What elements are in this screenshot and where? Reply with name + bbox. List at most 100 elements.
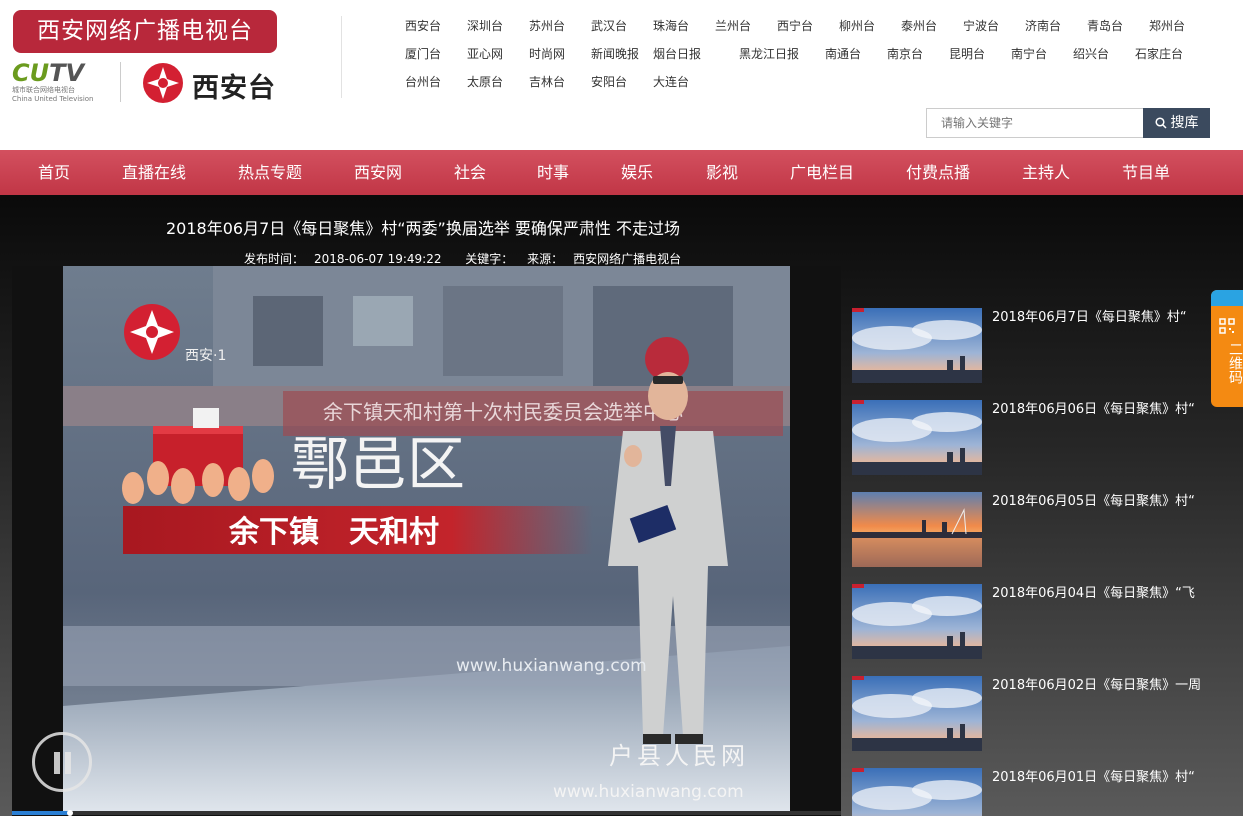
station-link[interactable]: 青岛台 — [1087, 12, 1123, 40]
related-video-title[interactable]: 2018年06月01日《每日聚焦》村“ — [992, 768, 1210, 788]
station-link[interactable]: 宁波台 — [963, 12, 999, 40]
nav-item[interactable]: 节目单 — [1122, 150, 1170, 195]
station-link[interactable]: 石家庄台 — [1135, 40, 1183, 68]
related-video-item[interactable]: 2018年06月02日《每日聚焦》一周 — [852, 676, 1212, 752]
related-video-thumbnail[interactable] — [852, 400, 982, 475]
station-row: 厦门台 亚心网 时尚网 新闻晚报 烟台日报 黑龙江日报 南通台 南京台 昆明台 南宁台 绍兴台 石家庄… — [405, 40, 1225, 68]
station-link[interactable]: 烟台日报 — [653, 40, 701, 68]
qr-tab-top — [1211, 290, 1243, 306]
station-link[interactable]: 郑州台 — [1149, 12, 1185, 40]
station-link[interactable]: 昆明台 — [949, 40, 985, 68]
article-title: 2018年06月7日《每日聚焦》村“两委”换届选举 要确保严肃性 不走过场 — [166, 219, 681, 238]
qr-code-tab[interactable]: 二维码 — [1211, 290, 1243, 407]
thumbnail-image — [852, 676, 982, 751]
logo-divider — [120, 62, 121, 102]
related-video-title[interactable]: 2018年06月05日《每日聚焦》村“ — [992, 492, 1210, 512]
station-link[interactable]: 济南台 — [1025, 12, 1061, 40]
related-video-title[interactable]: 2018年06月06日《每日聚焦》村“ — [992, 400, 1210, 420]
svg-text:西安·1: 西安·1 — [185, 348, 226, 364]
station-link[interactable]: 亚心网 — [467, 40, 503, 68]
station-link[interactable]: 安阳台 — [591, 68, 627, 96]
related-video-thumbnail[interactable] — [852, 676, 982, 751]
svg-text:户县人民网: 户县人民网 — [609, 742, 749, 770]
nav-item[interactable]: 直播在线 — [122, 150, 186, 195]
related-video-item[interactable]: 2018年06月01日《每日聚焦》村“ — [852, 768, 1212, 816]
progress-knob[interactable] — [67, 810, 74, 816]
video-frame[interactable]: 余下镇天和村第十次村民委员会选举中心 鄠邑区 余下镇 天和村 西安·1 www.… — [63, 266, 790, 811]
related-video-title[interactable]: 2018年06月02日《每日聚焦》一周 — [992, 676, 1210, 696]
search-button-label: 搜库 — [1170, 115, 1199, 131]
station-link[interactable]: 苏州台 — [529, 12, 565, 40]
related-video-thumbnail[interactable] — [852, 492, 982, 567]
keywords: 关键字： — [465, 252, 514, 266]
related-video-thumbnail[interactable] — [852, 584, 982, 659]
video-player[interactable]: 余下镇天和村第十次村民委员会选举中心 鄠邑区 余下镇 天和村 西安·1 www.… — [12, 266, 841, 816]
site-name-badge[interactable]: 西安网络广播电视台 — [13, 10, 277, 53]
related-video-item[interactable]: 2018年06月06日《每日聚焦》村“ — [852, 400, 1212, 476]
station-row: 西安台 深圳台 苏州台 武汉台 珠海台 兰州台 西宁台 柳州台 泰州台 宁波台 济南台 青岛台 郑州台 — [405, 12, 1225, 40]
station-link[interactable]: 珠海台 — [653, 12, 689, 40]
svg-text:余下镇 天和村: 余下镇 天和村 — [228, 515, 439, 550]
nav-item[interactable]: 热点专题 — [238, 150, 302, 195]
search-input[interactable] — [927, 109, 1144, 137]
publish-time: 发布时间： 2018-06-07 19:49:22 — [244, 252, 442, 266]
nav-item[interactable]: 主持人 — [1022, 150, 1070, 195]
station-link[interactable]: 绍兴台 — [1073, 40, 1109, 68]
nav-item[interactable]: 首页 — [38, 150, 70, 195]
related-video-thumbnail[interactable] — [852, 768, 982, 816]
related-video-title[interactable]: 2018年06月7日《每日聚焦》村“ — [992, 308, 1210, 328]
page: 西安网络广播电视台 CUTV 城市联合网络电视台 China United Te… — [0, 0, 1243, 816]
station-link[interactable]: 西宁台 — [777, 12, 813, 40]
related-video-item[interactable]: 2018年06月04日《每日聚焦》“飞 — [852, 584, 1212, 660]
nav-item[interactable]: 付费点播 — [906, 150, 970, 195]
station-row: 台州台 太原台 吉林台 安阳台 大连台 — [405, 68, 1225, 96]
nav-item[interactable]: 西安网 — [354, 150, 402, 195]
related-video-item[interactable]: 2018年06月05日《每日聚焦》村“ — [852, 492, 1212, 568]
nav-item[interactable]: 影视 — [706, 150, 738, 195]
svg-text:www.huxianwang.com: www.huxianwang.com — [553, 782, 744, 802]
nav-item[interactable]: 社会 — [454, 150, 486, 195]
thumbnail-image — [852, 584, 982, 659]
nav-item[interactable]: 广电栏目 — [790, 150, 854, 195]
station-link[interactable]: 太原台 — [467, 68, 503, 96]
xian-logo-text: 西安台 — [192, 73, 276, 104]
station-link[interactable]: 吉林台 — [529, 68, 565, 96]
station-link[interactable]: 柳州台 — [839, 12, 875, 40]
cutv-logo-subtitle-cn: 城市联合网络电视台 — [12, 86, 75, 94]
station-link[interactable]: 时尚网 — [529, 40, 565, 68]
nav-item[interactable]: 娱乐 — [621, 150, 653, 195]
station-links: 西安台 深圳台 苏州台 武汉台 珠海台 兰州台 西宁台 柳州台 泰州台 宁波台 济南台 青岛台 郑州台厦… — [405, 12, 1225, 96]
station-link[interactable]: 厦门台 — [405, 40, 441, 68]
station-link[interactable]: 台州台 — [405, 68, 441, 96]
related-video-thumbnail[interactable] — [852, 308, 982, 383]
qr-tab-label: 二维码 — [1227, 342, 1243, 384]
cutv-logo[interactable]: CUTV 城市联合网络电视台 China United Television — [12, 60, 112, 104]
station-link[interactable]: 黑龙江日报 — [739, 40, 799, 68]
nav-item[interactable]: 时事 — [537, 150, 569, 195]
search-button[interactable]: 搜库 — [1143, 108, 1210, 138]
station-link[interactable]: 深圳台 — [467, 12, 503, 40]
related-video-item[interactable]: 2018年06月7日《每日聚焦》村“ — [852, 308, 1212, 384]
search-box — [926, 108, 1144, 138]
xian-tv-logo[interactable]: 西安台 — [142, 60, 282, 104]
progress-bar[interactable] — [12, 810, 841, 816]
station-link[interactable]: 兰州台 — [715, 12, 751, 40]
station-link[interactable]: 武汉台 — [591, 12, 627, 40]
station-link[interactable]: 西安台 — [405, 12, 441, 40]
station-link[interactable]: 新闻晚报 — [591, 40, 639, 68]
station-link[interactable]: 大连台 — [653, 68, 689, 96]
pause-button[interactable] — [32, 732, 92, 792]
station-link[interactable]: 南通台 — [825, 40, 861, 68]
station-link[interactable]: 南京台 — [887, 40, 923, 68]
xian-star-logo-icon — [143, 63, 183, 103]
cutv-logo-subtitle-en: China United Television — [12, 95, 94, 103]
main-nav: 首页 直播在线 热点专题 西安网 社会 时事 娱乐 影视 广电栏目 付费点播 主持人 节目单 — [0, 150, 1243, 195]
station-link[interactable]: 泰州台 — [901, 12, 937, 40]
related-video-title[interactable]: 2018年06月04日《每日聚焦》“飞 — [992, 584, 1210, 604]
svg-text:余下镇天和村第十次村民委员会选举中心: 余下镇天和村第十次村民委员会选举中心 — [323, 400, 683, 424]
station-link[interactable]: 南宁台 — [1011, 40, 1047, 68]
thumbnail-image — [852, 308, 982, 383]
cutv-logo-mark: CUTV — [12, 59, 85, 87]
video-frame-image: 余下镇天和村第十次村民委员会选举中心 鄠邑区 余下镇 天和村 西安·1 www.… — [63, 266, 790, 811]
svg-text:www.huxianwang.com: www.huxianwang.com — [456, 656, 647, 676]
